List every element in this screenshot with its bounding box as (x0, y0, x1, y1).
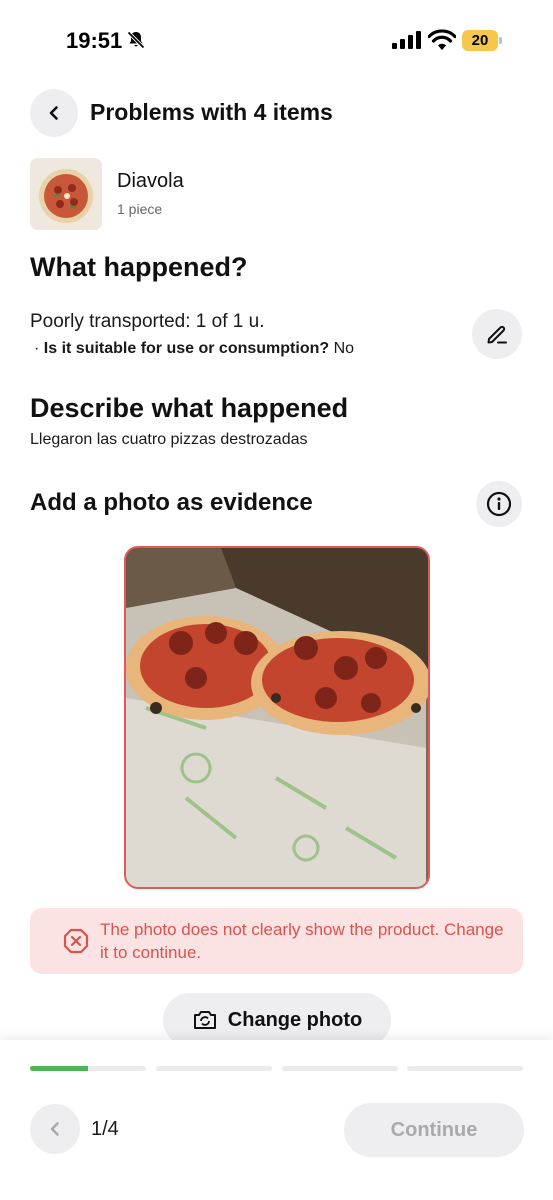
progress-step-4 (407, 1066, 523, 1071)
describe-title: Describe what happened (30, 393, 349, 423)
bell-muted-icon (127, 31, 145, 49)
camera-rotate-icon (193, 1011, 216, 1029)
status-bar: 19:51 20 (0, 0, 553, 84)
change-photo-label: Change photo (227, 1008, 363, 1031)
evidence-photo[interactable] (124, 546, 430, 889)
battery-level: 20 (462, 30, 498, 51)
battery-tip (499, 37, 502, 44)
chevron-left-icon (50, 1122, 59, 1136)
continue-button[interactable]: Continue (344, 1103, 524, 1157)
progress-fill-1 (30, 1066, 88, 1071)
status-time: 19:51 (66, 28, 123, 53)
suitability-question: Is it suitable for use or consumption? (43, 340, 330, 357)
suitability-answer: · Is it suitable for use or consumption?… (34, 340, 354, 358)
step-counter: 1/4 (91, 1118, 119, 1140)
progress-step-1 (30, 1066, 146, 1071)
photo-info-button[interactable] (476, 481, 522, 527)
evidence-photo-image (126, 548, 428, 887)
change-photo-button[interactable]: Change photo (163, 993, 391, 1047)
pencil-icon (487, 325, 507, 344)
progress-step-2 (156, 1066, 272, 1071)
photo-error-banner: The photo does not clearly show the prod… (30, 908, 523, 974)
problem-description: Llegaron las cuatro pizzas destrozadas (30, 431, 308, 448)
problem-reason: Poorly transported: 1 of 1 u. (30, 311, 265, 332)
product-thumbnail (30, 158, 102, 230)
page-title: Problems with 4 items (90, 99, 333, 125)
battery-indicator: 20 (462, 30, 502, 51)
photo-error-message: The photo does not clearly show the prod… (100, 920, 504, 962)
chevron-left-icon (49, 106, 58, 120)
what-happened-title: What happened? (30, 252, 248, 282)
product-name: Diavola (117, 170, 184, 192)
progress-step-3 (282, 1066, 398, 1071)
photo-section-title: Add a photo as evidence (30, 489, 313, 516)
previous-step-button[interactable] (30, 1104, 80, 1154)
error-circle-x-icon (63, 928, 89, 954)
product-quantity: 1 piece (117, 201, 163, 217)
cellular-signal-icon (392, 31, 421, 49)
back-button[interactable] (30, 89, 78, 137)
pizza-thumbnail-image (30, 158, 102, 230)
wifi-icon (428, 29, 456, 50)
info-icon (486, 491, 512, 517)
suitability-value: No (329, 340, 355, 357)
suitability-bullet: · (34, 340, 44, 357)
edit-problem-button[interactable] (472, 309, 522, 359)
footer: 1/4 Continue (0, 1040, 553, 1200)
